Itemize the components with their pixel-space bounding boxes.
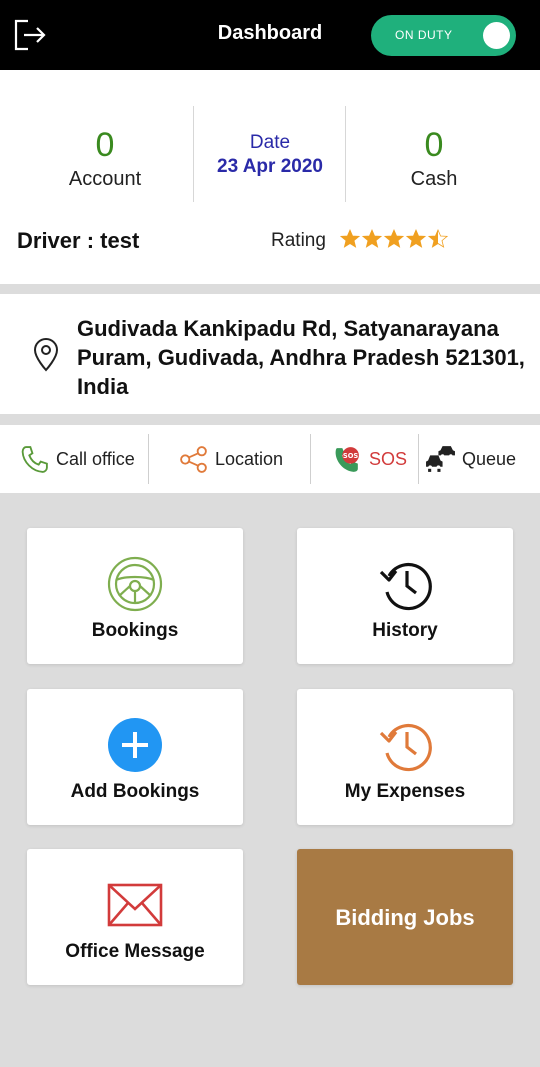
duty-toggle-knob xyxy=(483,22,510,49)
duty-toggle[interactable]: ON DUTY xyxy=(371,15,516,56)
date-stat: Date 23 Apr 2020 xyxy=(196,132,344,178)
office-message-label: Office Message xyxy=(65,941,205,962)
bidding-jobs-label: Bidding Jobs xyxy=(335,905,475,930)
history-icon xyxy=(379,562,432,611)
envelope-icon xyxy=(107,883,163,927)
bookings-label: Bookings xyxy=(91,620,179,641)
add-bookings-label: Add Bookings xyxy=(70,781,200,802)
address-panel: Gudivada Kankipadu Rd, Satyanarayana Pur… xyxy=(0,294,540,414)
cash-stat: 0 Cash xyxy=(369,128,499,191)
account-label: Account xyxy=(68,168,142,190)
location-button[interactable]: Location xyxy=(178,425,283,493)
history-label: History xyxy=(372,620,438,641)
steering-wheel-icon xyxy=(107,556,163,612)
queue-label: Queue xyxy=(462,448,517,469)
account-stat: 0 Account xyxy=(40,128,170,191)
my-expenses-label: My Expenses xyxy=(344,781,466,802)
driver-name: Driver : test xyxy=(17,228,140,253)
expenses-history-icon xyxy=(379,723,432,772)
quick-actions: Call office Location SOS SOS Queue xyxy=(0,425,540,493)
add-icon xyxy=(108,718,162,772)
bidding-jobs-card[interactable]: Bidding Jobs xyxy=(297,849,513,985)
star-icon xyxy=(340,229,360,248)
cars-icon xyxy=(426,445,455,472)
location-pin-icon xyxy=(33,338,59,372)
svg-text:SOS: SOS xyxy=(343,451,359,459)
star-icon xyxy=(428,229,448,248)
duty-toggle-label: ON DUTY xyxy=(395,28,453,42)
history-card[interactable]: History xyxy=(297,528,513,664)
sos-button[interactable]: SOS SOS xyxy=(332,425,407,493)
rating-label: Rating xyxy=(271,230,326,251)
top-bar: Dashboard ON DUTY xyxy=(0,0,540,70)
action-divider xyxy=(418,434,419,484)
current-address: Gudivada Kankipadu Rd, Satyanarayana Pur… xyxy=(77,316,525,399)
sos-icon: SOS xyxy=(335,446,359,472)
stats-divider xyxy=(193,106,194,202)
phone-icon xyxy=(21,445,48,473)
call-office-button[interactable]: Call office xyxy=(19,425,135,493)
cash-value: 0 xyxy=(424,126,444,164)
cash-label: Cash xyxy=(410,168,458,190)
queue-button[interactable]: Queue xyxy=(425,425,516,493)
stats-panel: 0 Account Date 23 Apr 2020 0 Cash Driver… xyxy=(0,70,540,284)
star-icon xyxy=(406,229,426,248)
action-divider xyxy=(310,434,311,484)
rating-stars xyxy=(340,229,448,251)
my-expenses-card[interactable]: My Expenses xyxy=(297,689,513,825)
location-label: Location xyxy=(215,448,284,469)
share-icon xyxy=(180,445,207,473)
date-label: Date xyxy=(249,132,291,153)
star-icon xyxy=(362,229,382,248)
office-message-card[interactable]: Office Message xyxy=(27,849,243,985)
sos-label: SOS xyxy=(369,448,408,469)
action-divider xyxy=(148,434,149,484)
account-value: 0 xyxy=(95,126,115,164)
add-bookings-card[interactable]: Add Bookings xyxy=(27,689,243,825)
stats-divider xyxy=(345,106,346,202)
date-value: 23 Apr 2020 xyxy=(217,156,323,177)
call-office-label: Call office xyxy=(56,448,135,469)
star-icon xyxy=(384,229,404,248)
bookings-card[interactable]: Bookings xyxy=(27,528,243,664)
